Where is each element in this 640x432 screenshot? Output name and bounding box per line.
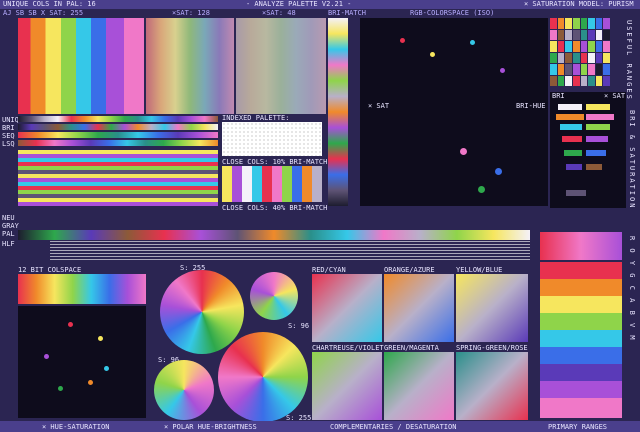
sat128-label: ×SAT: 128 [172,9,210,17]
bri-label: BRI [2,124,15,132]
sat-tag: × SAT [604,92,626,100]
chartreuse-violet-panel [312,352,382,420]
bri-saturation-label: BRI & SATURATION [628,110,636,210]
orange-azure-label: ORANGE/AZURE [384,266,435,274]
sat48-label: ×SAT: 48 [262,9,296,17]
neu-gray-label: NEU GRAY [2,214,19,230]
primary-ranges-top [540,232,622,260]
bri-sat-panel: BRI × SAT [550,92,626,208]
seq-bar [18,132,218,138]
red-cyan-label: RED/CYAN [312,266,346,274]
footer-primary: PRIMARY RANGES [548,423,608,431]
green-magenta-label: GREEN/MAGENTA [384,344,439,352]
lsq-bar [18,140,218,146]
pal-strip [18,230,530,240]
rgb-point [478,186,485,193]
seq-label: SEQ [2,132,15,140]
polar-wheel-b [250,272,298,320]
red-cyan-panel [312,274,382,342]
rgb-point [495,168,502,175]
rgb-point [400,38,405,43]
rgb-point [430,52,435,57]
bri-tag: BRI [552,92,565,100]
footer-polar: × POLAR HUE-BRIGHTNESS [164,423,257,431]
hue-letters: R O Y G C A B V M [628,236,636,342]
unique-bar [18,116,218,122]
orange-azure-panel [384,274,454,342]
s96a-label: S: 96 [288,322,310,330]
lsq-label: LSQ [2,140,15,148]
indexed-palette[interactable] [222,122,322,156]
yellow-blue-label: YELLOW/BLUE [456,266,503,274]
colspace12-label: 12 BIT COLSPACE [18,266,82,274]
hue-sat-scatter [18,306,146,418]
bri-hue-axis-label: BRI-HUE [516,102,546,110]
bri-bar [18,124,218,130]
gradient-bars [18,150,218,206]
yellow-blue-panel [456,274,528,342]
saturation-model[interactable]: × SATURATION MODEL: PURISM [524,0,634,8]
hlf-strip [50,240,530,260]
indexed-palette-label: INDEXED PALETTE: [222,114,290,122]
colspace12 [18,274,146,304]
close-cols-10[interactable] [222,166,322,202]
sat255-waves [18,18,144,114]
footer-complementaries: COMPLEMENTARIES / DESATURATION [330,423,457,431]
rgb-point [460,148,467,155]
polar-wheel-a [160,270,244,354]
sat-axis-label: × SAT [368,102,390,110]
pal-label: PAL [2,230,15,238]
spring-rose-label: SPRING-GREEN/ROSE [456,344,528,352]
sat48-waves [236,18,326,114]
close-cols-10-label: CLOSE COLS: 10% BRI-MATCH [222,158,328,166]
palette-grid[interactable] [550,18,610,86]
useful-ranges-label: USEFUL RANGES [625,20,633,101]
close-cols-40-label: CLOSE COLS: 40% BRI-MATCH [222,204,328,212]
rgb-point [500,68,505,73]
spring-rose-panel [456,352,528,420]
sat128-waves [146,18,234,114]
rgb-colorspace: × SAT BRI-HUE [360,18,548,206]
footer-hue-sat: × HUE-SATURATION [42,423,110,431]
app-title: - ANALYZE PALETTE V2.21 - [246,0,352,8]
green-magenta-panel [384,352,454,420]
sat255-label: AJ SB SB X SAT: 255 [3,9,84,17]
rgb-point [470,40,475,45]
rgb-colorspace-label: RGB-COLORSPACE (ISO) [410,9,495,17]
unique-cols-label: UNIQUE COLS IN PAL: 16 [3,0,96,8]
hlf-label: HLF [2,240,15,248]
primary-ranges [540,262,622,418]
s255a-label: S: 255 [180,264,206,272]
chartreuse-violet-label: CHARTREUSE/VIOLET [312,344,384,352]
brimatch-label: BRI-MATCH [328,9,366,17]
polar-wheel-d [218,332,308,422]
polar-wheel-c [154,360,214,420]
brimatch-strip [328,18,348,206]
